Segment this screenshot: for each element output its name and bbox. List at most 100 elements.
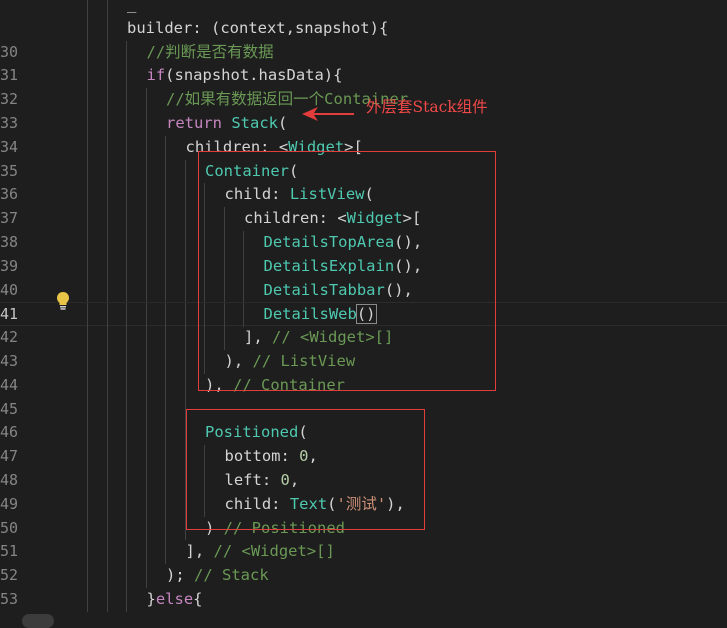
indent-guide xyxy=(126,564,127,588)
indent-guide xyxy=(184,350,186,374)
indent-guide xyxy=(87,231,88,255)
indent-guide xyxy=(184,278,186,303)
indent-guide xyxy=(106,16,108,41)
indent-guide xyxy=(106,469,108,493)
indent-guide xyxy=(87,254,88,279)
stack-annotation: 外层套Stack组件 xyxy=(366,98,488,116)
indent-guide xyxy=(87,492,88,517)
line-number: 36 xyxy=(0,185,19,204)
indent-guide xyxy=(145,516,147,541)
indent-guide xyxy=(145,231,147,255)
horizontal-scrollbar-thumb[interactable] xyxy=(22,614,54,628)
indent-guide xyxy=(145,564,147,588)
indent-guide xyxy=(87,397,88,422)
indent-guide xyxy=(184,231,186,255)
indent-guide xyxy=(126,397,127,422)
indent-guide xyxy=(106,373,108,398)
container-highlight-box xyxy=(198,151,496,391)
line-number: 49 xyxy=(0,494,19,513)
indent-guide xyxy=(106,64,108,89)
code-line[interactable]: builder: (context,snapshot){ xyxy=(0,16,727,41)
line-number: 30 xyxy=(0,42,19,61)
indent-guide xyxy=(165,254,166,279)
code-token: _ xyxy=(127,0,137,13)
code-token: return xyxy=(166,114,222,132)
line-number: 44 xyxy=(0,375,19,394)
indent-guide xyxy=(106,492,108,517)
code-text: //判断是否有数据 xyxy=(147,41,274,65)
indent-guide xyxy=(87,373,88,398)
indent-guide xyxy=(126,135,127,160)
code-line[interactable]: 30 //判断是否有数据 xyxy=(0,40,727,65)
code-token: ], xyxy=(185,542,214,561)
positioned-highlight-box xyxy=(186,409,425,530)
line-number: 31 xyxy=(0,66,19,85)
indent-guide xyxy=(126,303,127,328)
code-token: else xyxy=(155,590,194,608)
indent-guide xyxy=(145,373,147,398)
indent-guide xyxy=(126,88,127,112)
line-number: 38 xyxy=(0,233,19,251)
line-number: 47 xyxy=(0,447,19,466)
indent-guide xyxy=(106,326,108,350)
indent-guide xyxy=(145,207,147,231)
indent-guide xyxy=(87,278,88,303)
indent-guide xyxy=(87,303,88,328)
code-line[interactable]: _ xyxy=(0,0,727,17)
code-line[interactable]: 32//如果有数据返回一个Container xyxy=(0,88,727,112)
indent-guide xyxy=(87,112,88,136)
indent-guide xyxy=(165,183,166,208)
code-text: ); // Stack xyxy=(166,564,269,588)
code-line[interactable]: 53}else{ xyxy=(0,588,727,612)
line-number: 40 xyxy=(0,280,19,299)
indent-guide xyxy=(165,373,166,398)
indent-guide xyxy=(87,445,88,469)
code-line[interactable]: 33 return Stack( xyxy=(0,112,727,136)
indent-guide xyxy=(165,135,166,160)
lightbulb-icon[interactable] xyxy=(55,291,71,311)
line-number: 39 xyxy=(0,256,19,275)
code-token: } xyxy=(146,590,156,608)
indent-guide xyxy=(184,373,186,398)
indent-guide xyxy=(165,278,166,303)
indent-guide xyxy=(165,469,166,493)
line-number: 50 xyxy=(0,518,19,537)
code-token: Stack xyxy=(231,114,279,132)
indent-guide xyxy=(106,207,108,231)
code-line[interactable]: 31 if(snapshot.hasData){ xyxy=(0,64,727,89)
code-token: if xyxy=(146,66,166,85)
indent-guide xyxy=(126,254,127,279)
indent-guide xyxy=(126,588,127,612)
indent-guide xyxy=(106,516,108,541)
indent-guide xyxy=(87,159,88,184)
indent-guide xyxy=(87,183,88,208)
indent-guide xyxy=(126,516,127,541)
indent-guide xyxy=(106,303,108,328)
indent-guide xyxy=(106,588,108,612)
line-number: 52 xyxy=(0,566,19,585)
line-number: 32 xyxy=(0,90,19,109)
indent-guide xyxy=(87,64,88,89)
indent-guide xyxy=(126,278,127,303)
indent-guide xyxy=(145,326,147,350)
code-line[interactable]: 51], // <Widget>[] xyxy=(0,540,727,565)
indent-guide xyxy=(145,421,147,446)
indent-guide xyxy=(145,88,147,112)
indent-guide xyxy=(165,445,166,469)
code-token: //判断是否有数据 xyxy=(146,42,274,61)
line-number: 45 xyxy=(0,399,19,418)
indent-guide xyxy=(87,540,88,565)
indent-guide xyxy=(87,40,88,65)
indent-guide xyxy=(165,516,166,541)
indent-guide xyxy=(87,350,88,374)
indent-guide xyxy=(126,469,127,493)
code-line[interactable]: 52 ); // Stack xyxy=(0,564,727,588)
indent-guide xyxy=(106,278,108,303)
indent-guide xyxy=(145,135,147,160)
line-number: 48 xyxy=(0,471,19,489)
indent-guide xyxy=(145,112,147,136)
indent-guide xyxy=(165,207,166,231)
indent-guide xyxy=(165,421,166,446)
indent-guide xyxy=(106,231,108,255)
